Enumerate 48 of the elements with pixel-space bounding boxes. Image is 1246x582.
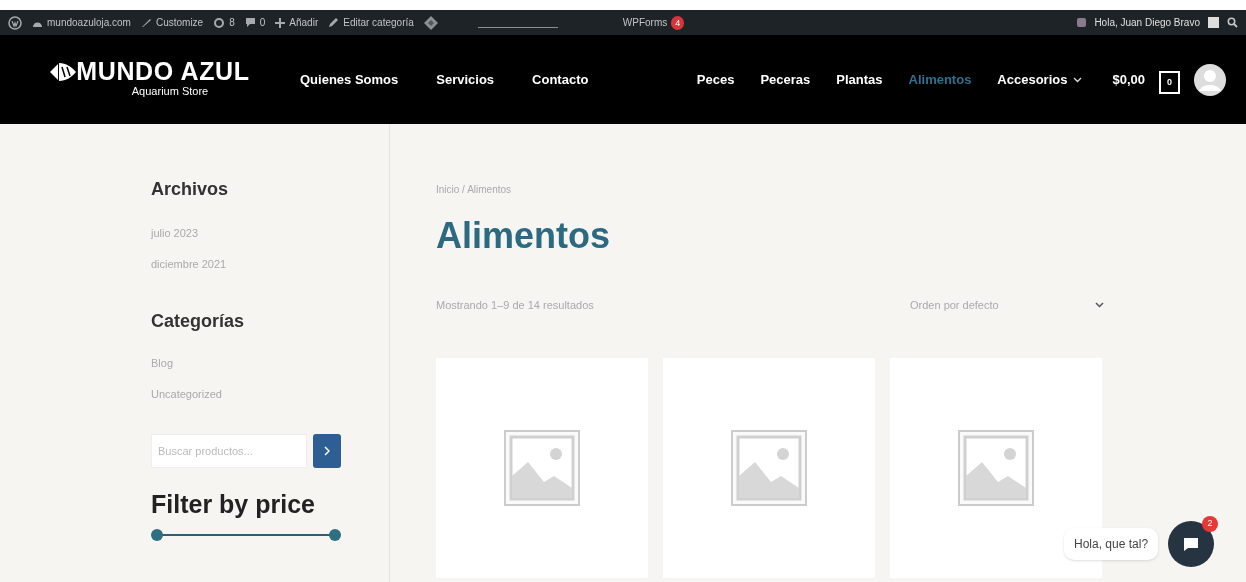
fish-logo-icon xyxy=(50,60,77,83)
comment-icon xyxy=(244,17,256,28)
refresh-icon xyxy=(213,16,226,29)
breadcrumb: Inicio / Alimentos xyxy=(436,183,513,197)
wpforms-link[interactable]: WPForms xyxy=(622,15,668,30)
wordpress-icon[interactable] xyxy=(8,15,22,30)
search-icon[interactable] xyxy=(1227,17,1238,28)
nav-link[interactable]: Accesorios xyxy=(997,69,1083,90)
user-avatar[interactable] xyxy=(1194,63,1226,96)
image-placeholder-icon xyxy=(958,429,1034,506)
plus-icon xyxy=(275,17,286,28)
chevron-down-icon xyxy=(1095,302,1104,309)
nav-link[interactable]: Contacto xyxy=(532,69,589,90)
nav-link[interactable]: Peceras xyxy=(760,69,811,90)
chat-icon xyxy=(1183,536,1200,552)
brush-icon xyxy=(140,17,152,28)
price-slider-fill[interactable] xyxy=(151,528,341,541)
status-icon xyxy=(1077,18,1087,27)
page-title: Alimentos xyxy=(436,214,612,258)
logo-tagline: Aquarium Store xyxy=(131,84,209,100)
widget-title: Categorías xyxy=(151,310,246,333)
nav-link[interactable]: Servicios xyxy=(436,69,495,90)
search-field[interactable]: Buscar productos... xyxy=(151,434,307,468)
customize-link[interactable]: Customize xyxy=(155,15,204,30)
image-placeholder-icon xyxy=(504,429,580,506)
search-submit-button[interactable] xyxy=(313,434,341,468)
chevron-right-icon xyxy=(324,446,330,456)
widget-title: Filter by price xyxy=(151,489,316,520)
nav-link[interactable]: Plantas xyxy=(836,69,883,90)
nav-link[interactable]: Alimentos xyxy=(908,69,972,90)
image-placeholder-icon xyxy=(731,429,807,506)
widget-title: Archivos xyxy=(151,178,230,201)
add-link[interactable]: Añadir xyxy=(289,15,319,30)
result-count: Mostrando 1–9 de 14 resultados xyxy=(436,298,594,313)
cart-button[interactable]: 0 xyxy=(1159,71,1180,94)
logo-text: MUNDO AZUL xyxy=(76,59,250,85)
pencil-icon xyxy=(328,17,340,28)
nav-link[interactable]: Peces xyxy=(696,69,735,90)
notification-badge: 4 xyxy=(671,15,685,30)
site-link[interactable]: mundoazuloja.com xyxy=(47,15,131,30)
comments-count[interactable]: 0 xyxy=(259,15,266,30)
cart-total[interactable]: $0,00 xyxy=(1112,69,1145,90)
user-greeting[interactable]: Hola, Juan Diego Bravo xyxy=(1094,15,1200,30)
diamond-icon[interactable] xyxy=(423,15,438,30)
chat-message: Hola, que tal? xyxy=(1064,528,1159,560)
nav-link[interactable]: Quienes Somos xyxy=(300,69,399,90)
edit-category-link[interactable]: Editar categoría xyxy=(343,15,414,30)
updates-count[interactable]: 8 xyxy=(229,15,235,30)
